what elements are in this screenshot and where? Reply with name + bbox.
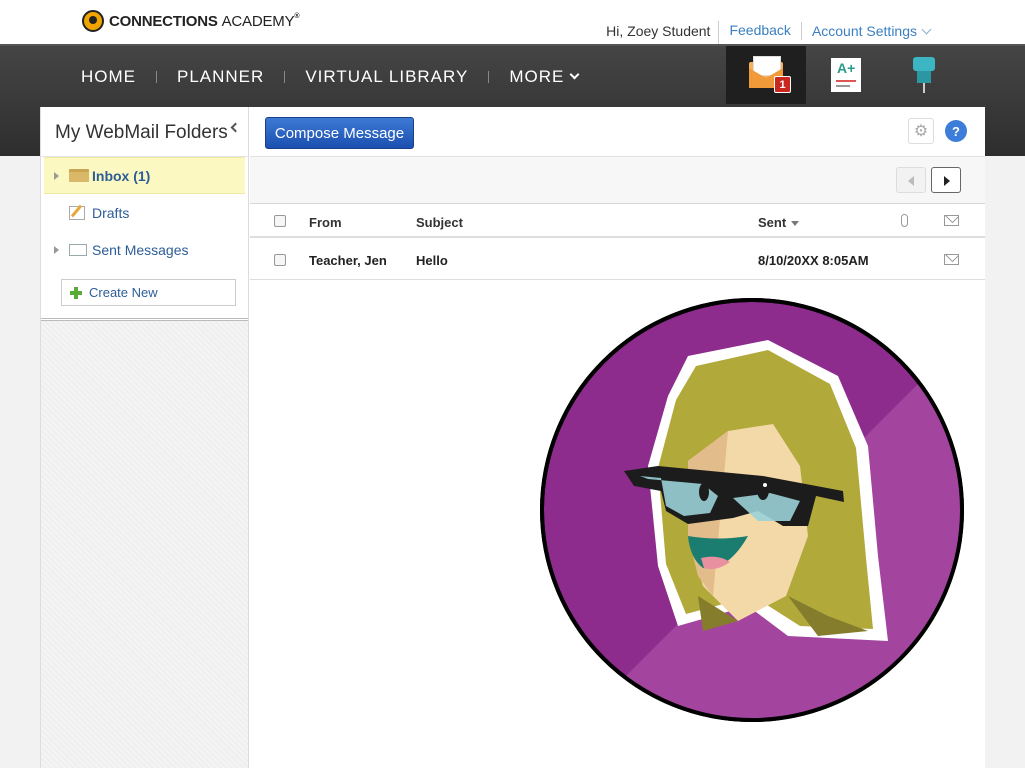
nav-divider — [488, 71, 490, 83]
sent-icon — [69, 243, 87, 256]
nav-home[interactable]: HOME — [81, 67, 136, 87]
top-bar: CONNECTIONS ACADEMY® Hi, Zoey Student Fe… — [0, 0, 1025, 49]
folder-inbox[interactable]: Inbox (1) — [44, 157, 245, 194]
settings-button[interactable]: ⚙ — [908, 118, 934, 144]
gear-icon: ⚙ — [913, 123, 929, 140]
folder-drafts-label: Drafts — [92, 204, 130, 221]
message-from[interactable]: Teacher, Jen — [309, 253, 387, 268]
registered-mark: ® — [294, 12, 300, 20]
chevron-down-icon — [569, 69, 580, 80]
webmail-panel: My WebMail Folders Inbox (1) Drafts Sent… — [40, 107, 985, 768]
expand-arrow-icon[interactable] — [54, 171, 59, 180]
message-table-header: From Subject Sent — [250, 204, 985, 238]
drafts-icon — [69, 205, 85, 220]
table-row[interactable]: Teacher, Jen Hello 8/10/20XX 8:05AM — [250, 240, 985, 280]
expand-arrow-icon[interactable] — [54, 245, 59, 254]
pagination-toolbar — [250, 156, 985, 204]
unread-count-badge: 1 — [774, 76, 791, 93]
student-avatar-illustration — [540, 298, 964, 722]
gradebook-icon-line — [836, 85, 850, 87]
connections-academy-logo[interactable]: CONNECTIONS ACADEMY® — [82, 10, 300, 32]
account-settings-link[interactable]: Account Settings — [800, 22, 940, 40]
next-page-button[interactable] — [931, 167, 961, 193]
sidebar-title: My WebMail Folders — [41, 107, 248, 157]
chevron-down-icon — [921, 24, 932, 35]
nav-more[interactable]: MORE — [509, 67, 580, 87]
help-icon: ? — [952, 123, 960, 139]
folder-inbox-label: Inbox (1) — [92, 167, 151, 184]
main-nav: HOME PLANNER VIRTUAL LIBRARY MORE — [81, 67, 580, 87]
column-header-sent[interactable]: Sent — [758, 215, 800, 230]
pushpin-icon — [913, 57, 935, 93]
user-greeting: Hi, Zoey Student — [606, 23, 711, 39]
nav-planner[interactable]: PLANNER — [177, 67, 264, 87]
nav-more-label: MORE — [509, 67, 565, 86]
plus-icon — [70, 287, 82, 299]
folder-drafts[interactable]: Drafts — [41, 194, 248, 231]
select-all-checkbox[interactable] — [274, 215, 286, 227]
logo-text-light: ACADEMY — [221, 12, 295, 30]
sort-descending-icon — [791, 221, 800, 226]
message-sent-date: 8/10/20XX 8:05AM — [758, 253, 869, 268]
gradebook-icon: A+ — [831, 58, 861, 92]
gradebook-tool-button[interactable]: A+ — [806, 46, 886, 104]
column-header-sent-label: Sent — [758, 215, 787, 230]
nav-divider — [284, 71, 286, 83]
folder-sidebar: My WebMail Folders Inbox (1) Drafts Sent… — [41, 107, 249, 768]
arrow-right-icon — [944, 176, 950, 186]
pushpin-tool-button[interactable] — [884, 46, 964, 104]
previous-page-button[interactable] — [896, 167, 926, 193]
help-button[interactable]: ? — [945, 120, 967, 142]
read-status-icon[interactable] — [944, 215, 959, 226]
gradebook-icon-line — [836, 80, 856, 82]
gradebook-icon-letter: A+ — [837, 60, 856, 76]
message-checkbox[interactable] — [274, 254, 286, 266]
nav-virtual-library[interactable]: VIRTUAL LIBRARY — [305, 67, 468, 87]
folder-sent-label: Sent Messages — [92, 241, 189, 258]
arrow-left-icon — [908, 176, 914, 186]
webmail-tool-button[interactable]: 1 — [726, 46, 806, 104]
column-header-from[interactable]: From — [309, 215, 342, 230]
compose-message-button[interactable]: Compose Message — [265, 117, 414, 149]
logo-icon — [82, 10, 104, 32]
unread-mail-icon[interactable] — [944, 254, 959, 265]
message-subject[interactable]: Hello — [416, 253, 448, 268]
account-settings-label: Account Settings — [811, 23, 917, 39]
folder-icon — [69, 169, 89, 182]
attachment-icon[interactable] — [901, 214, 908, 227]
create-new-folder-button[interactable]: Create New — [61, 279, 236, 306]
create-new-label: Create New — [89, 285, 158, 300]
column-header-subject[interactable]: Subject — [416, 215, 463, 230]
folder-sent-messages[interactable]: Sent Messages — [41, 231, 248, 268]
logo-text-bold: CONNECTIONS — [109, 12, 218, 30]
message-list-area: Compose Message ⚙ ? From Subject Sent Te… — [250, 107, 985, 768]
nav-divider — [156, 71, 157, 83]
